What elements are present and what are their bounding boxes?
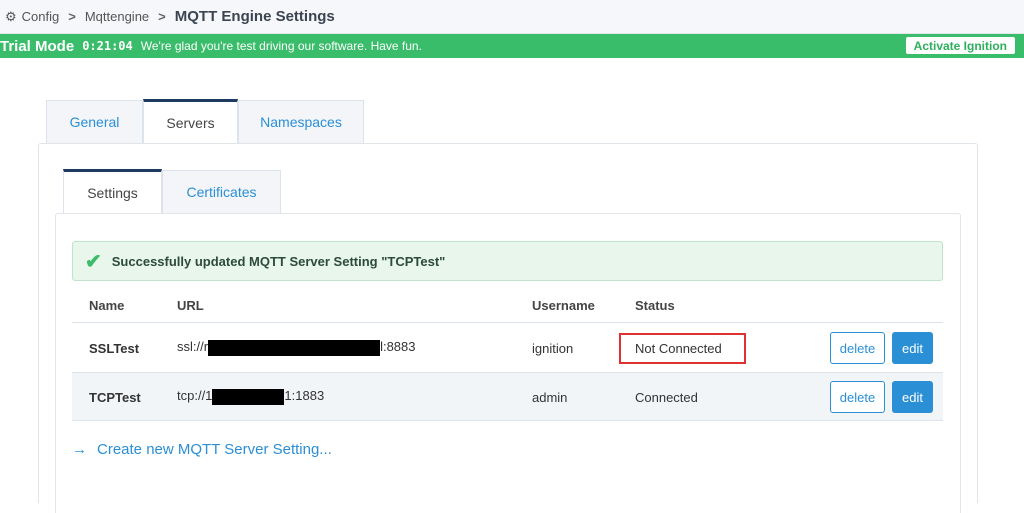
server-status: Connected — [635, 390, 698, 405]
header-name: Name — [89, 298, 125, 313]
breadcrumb-config[interactable]: Config — [22, 9, 60, 24]
arrow-right-icon: → — [72, 441, 87, 458]
redaction — [212, 388, 285, 405]
tab-settings[interactable]: Settings — [63, 169, 162, 213]
server-username: ignition — [532, 341, 574, 356]
trial-message: We're glad you're test driving our softw… — [140, 39, 422, 53]
delete-button[interactable]: delete — [830, 332, 885, 364]
server-name: TCPTest — [89, 390, 141, 405]
chevron-right-icon: > — [68, 9, 76, 24]
server-username: admin — [532, 390, 568, 405]
alert-message: Successfully updated MQTT Server Setting… — [111, 253, 446, 269]
create-server-setting-link[interactable]: → Create new MQTT Server Setting... — [72, 441, 332, 458]
trial-label: Trial Mode — [0, 37, 75, 55]
server-status: Not Connected — [619, 333, 746, 364]
header-username: Username — [532, 298, 595, 313]
url-suffix: 1:1883 — [284, 388, 325, 403]
check-icon: ✔ — [85, 250, 102, 273]
chevron-right-icon: > — [158, 9, 166, 24]
delete-button[interactable]: delete — [830, 381, 885, 413]
tab-certificates[interactable]: Certificates — [162, 170, 281, 213]
tab-servers[interactable]: Servers — [143, 99, 238, 143]
edit-button[interactable]: edit — [892, 332, 933, 364]
server-name: SSLTest — [89, 341, 140, 356]
url-prefix: ssl://r — [177, 339, 209, 354]
breadcrumb: ⚙ Config > Mqttengine > MQTT Engine Sett… — [0, 0, 1024, 34]
server-url: tcp://1 1:1883 — [177, 388, 324, 405]
redaction — [208, 339, 381, 356]
breadcrumb-mqttengine[interactable]: Mqttengine — [85, 9, 149, 24]
url-suffix: l:8883 — [380, 339, 416, 354]
trial-banner: Trial Mode 0:21:04 We're glad you're tes… — [0, 34, 1024, 58]
url-prefix: tcp://1 — [177, 388, 213, 403]
edit-button[interactable]: edit — [892, 381, 933, 413]
server-url: ssl://r l:8883 — [177, 339, 415, 356]
success-alert: ✔ Successfully updated MQTT Server Setti… — [72, 241, 943, 281]
page-title: MQTT Engine Settings — [174, 8, 335, 25]
gear-icon: ⚙ — [5, 8, 17, 24]
table-row: TCPTest tcp://1 1:1883 admin Connected de… — [72, 372, 943, 421]
tab-general[interactable]: General — [46, 100, 143, 143]
table-row: SSLTest ssl://r l:8883 ignition Not Conne… — [72, 322, 943, 372]
trial-clock: 0:21:04 — [82, 39, 133, 53]
header-status: Status — [635, 298, 675, 313]
activate-ignition-button[interactable]: Activate Ignition — [905, 37, 1015, 54]
tab-namespaces[interactable]: Namespaces — [238, 100, 364, 143]
header-url: URL — [177, 298, 204, 313]
create-link-label: Create new MQTT Server Setting... — [97, 441, 332, 458]
